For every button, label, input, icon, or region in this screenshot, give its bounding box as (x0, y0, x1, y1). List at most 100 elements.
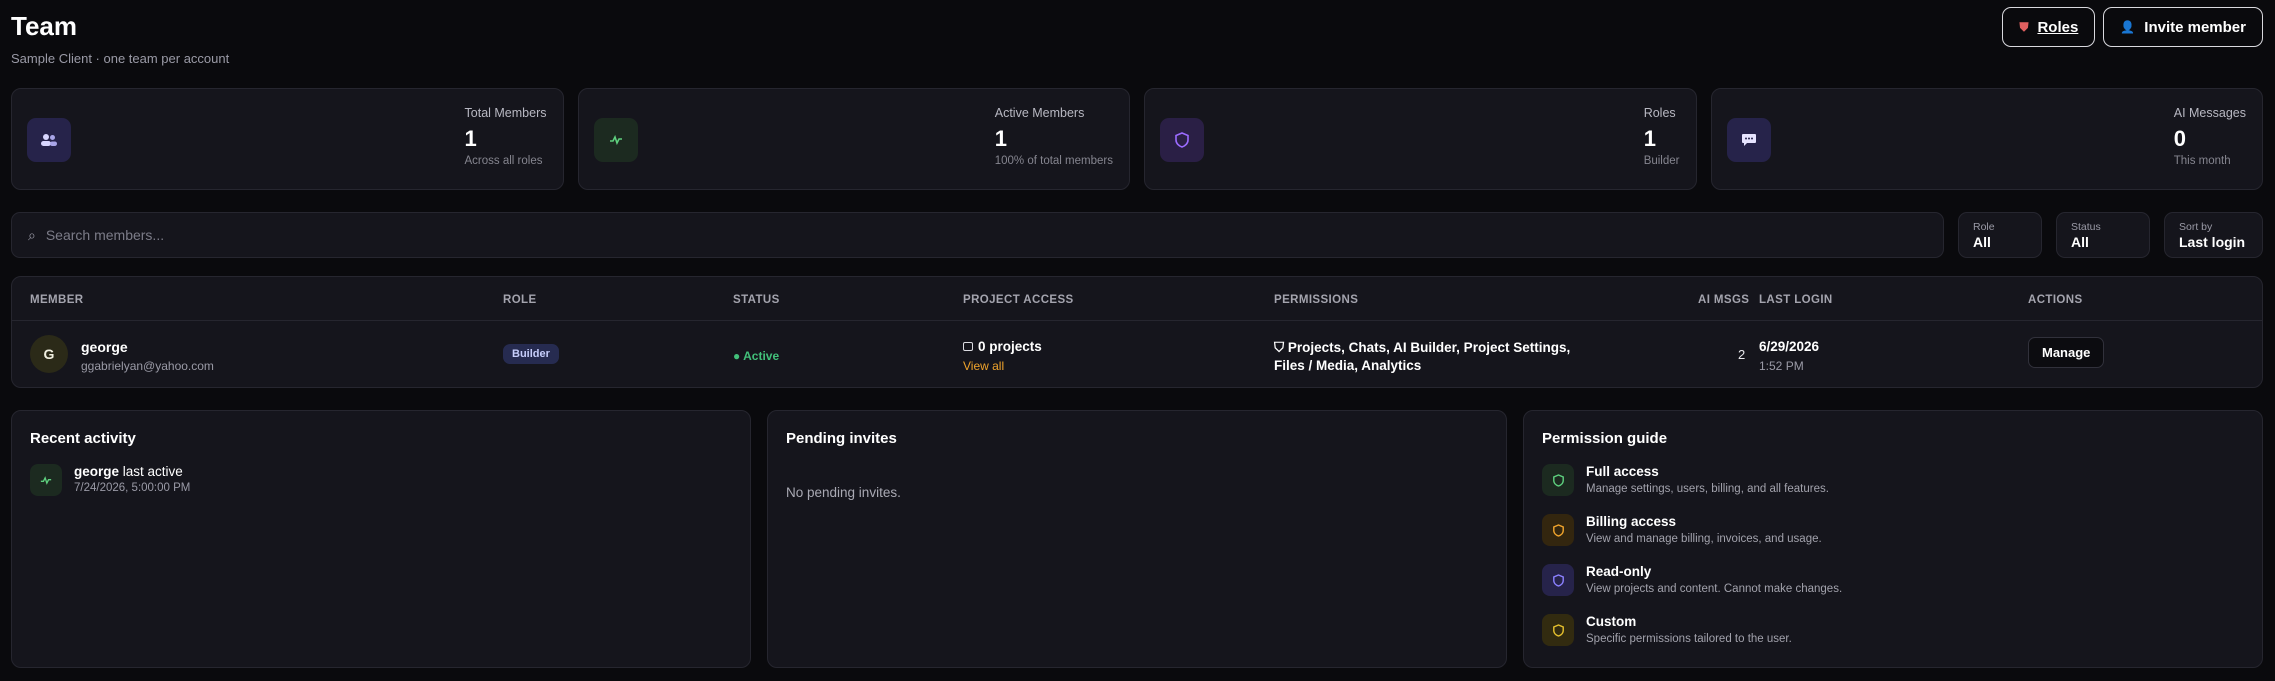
panel-title: Pending invites (786, 430, 897, 447)
guide-item-desc: View projects and content. Cannot make c… (1586, 583, 1843, 595)
member-email: ggabrielyan@yahoo.com (81, 359, 214, 373)
guide-item-read-only: Read-only View projects and content. Can… (1542, 564, 1842, 596)
empty-state-text: No pending invites. (786, 485, 901, 500)
folder-icon (963, 342, 973, 351)
activity-description: last active (122, 464, 183, 479)
shield-icon (1542, 614, 1574, 646)
column-header-status: STATUS (733, 294, 780, 306)
manage-button[interactable]: Manage (2028, 337, 2105, 368)
ai-msgs-count: 2 (1738, 347, 1746, 362)
filter-label: Status (2071, 221, 2101, 233)
shield-icon (1160, 118, 1204, 162)
stat-sub: 100% of total members (994, 155, 1113, 167)
status-filter[interactable]: Status All (2056, 212, 2150, 258)
project-access: 0 projects (963, 339, 1042, 354)
guide-item-name: Read-only (1586, 564, 1652, 579)
stat-card-active-members: Active Members 1 100% of total members (577, 88, 1130, 190)
column-header-permissions: PERMISSIONS (1274, 294, 1359, 306)
filter-label: Sort by (2179, 221, 2213, 233)
column-header-member: MEMBER (30, 294, 84, 306)
stat-value: 1 (994, 126, 1007, 151)
activity-date: 7/24/2026, 5:00:00 PM (74, 482, 191, 494)
search-filter-row: ⌕ Role All Status All Sort by Last login (11, 212, 2263, 258)
shield-icon (1542, 564, 1574, 596)
filter-label: Role (1973, 221, 1995, 233)
stat-sub: Builder (1643, 155, 1680, 167)
users-icon (27, 118, 71, 162)
search-icon: ⌕ (28, 226, 36, 243)
stat-card-total-members: Total Members 1 Across all roles (11, 88, 564, 190)
stat-card-ai-messages: AI Messages 0 This month (1710, 88, 2263, 190)
activity-user: george (74, 464, 120, 479)
activity-icon (593, 118, 638, 162)
stat-label: Total Members (464, 106, 547, 120)
shield-icon: ⛉ (1274, 340, 1288, 355)
sort-filter[interactable]: Sort by Last login (2164, 212, 2263, 258)
stat-label: Roles (1643, 106, 1676, 120)
stat-card-roles: Roles 1 Builder (1144, 88, 1697, 190)
header-actions: ⛊ Roles 👤 Invite member (2002, 7, 2263, 47)
roles-button[interactable]: ⛊ Roles (2002, 7, 2096, 47)
guide-item-name: Full access (1586, 464, 1659, 479)
stat-sub: Across all roles (464, 155, 543, 167)
guide-item-name: Custom (1586, 614, 1637, 629)
activity-text: george last active (74, 464, 190, 479)
filter-value: All (2071, 234, 2089, 250)
stat-value: 1 (464, 126, 477, 151)
search-input[interactable] (45, 227, 1943, 243)
guide-item-desc: Specific permissions tailored to the use… (1586, 633, 1792, 645)
panel-title: Permission guide (1542, 430, 1668, 447)
project-count: 0 projects (978, 339, 1042, 354)
role-badge: Builder (503, 344, 559, 364)
team-page: Team Sample Client · one team per accoun… (11, 0, 2263, 668)
stat-label: AI Messages (2173, 106, 2246, 120)
header-divider (12, 320, 2262, 321)
guide-item-desc: View and manage billing, invoices, and u… (1586, 533, 1822, 545)
last-login-time: 1:52 PM (1759, 359, 1804, 373)
shield-icon: ⛊ (2019, 19, 2029, 34)
column-header-role: ROLE (503, 294, 537, 306)
permissions-text: Projects, Chats, AI Builder, Project Set… (1274, 340, 1571, 373)
guide-item-billing-access: Billing access View and manage billing, … (1542, 514, 1822, 546)
guide-item-full-access: Full access Manage settings, users, bill… (1542, 464, 1829, 496)
permissions-list: ⛉ Projects, Chats, AI Builder, Project S… (1274, 339, 1574, 375)
user-plus-icon: 👤 (2120, 20, 2136, 34)
search-box: ⌕ (11, 212, 1944, 258)
invite-member-button[interactable]: 👤 Invite member (2103, 7, 2263, 47)
role-filter[interactable]: Role All (1958, 212, 2042, 258)
column-header-ai-msgs: AI MSGS (1698, 294, 1750, 306)
page-header: Team Sample Client · one team per accoun… (11, 0, 2263, 88)
stat-label: Active Members (994, 106, 1085, 120)
members-table: MEMBER ROLE STATUS PROJECT ACCESS PERMIS… (11, 276, 2263, 388)
page-subtitle: Sample Client · one team per account (11, 51, 230, 66)
filter-value: All (1973, 234, 1991, 250)
last-login-date: 6/29/2026 (1759, 339, 1820, 354)
guide-item-name: Billing access (1586, 514, 1677, 529)
member-name: george (81, 339, 128, 355)
recent-activity-panel: Recent activity george last active 7/24/… (11, 410, 751, 668)
pending-invites-panel: Pending invites No pending invites. (767, 410, 1507, 668)
guide-item-custom: Custom Specific permissions tailored to … (1542, 614, 1792, 646)
activity-item: george last active 7/24/2026, 5:00:00 PM (30, 464, 190, 496)
permission-guide-panel: Permission guide Full access Manage sett… (1523, 410, 2263, 668)
bottom-panels: Recent activity george last active 7/24/… (11, 410, 2263, 668)
invite-button-label: Invite member (2144, 18, 2246, 36)
status-badge: ● Active (733, 349, 780, 363)
view-all-projects-link[interactable]: View all (963, 359, 1004, 373)
stat-value: 0 (2173, 126, 2186, 151)
panel-title: Recent activity (30, 430, 136, 447)
activity-icon (30, 464, 62, 496)
stats-row: Total Members 1 Across all roles Active … (11, 88, 2263, 190)
shield-icon (1542, 464, 1574, 496)
column-header-project-access: PROJECT ACCESS (963, 294, 1074, 306)
column-header-last-login: LAST LOGIN (1759, 294, 1833, 306)
roles-button-label: Roles (2037, 18, 2079, 36)
shield-icon (1542, 514, 1574, 546)
guide-item-desc: Manage settings, users, billing, and all… (1586, 483, 1829, 495)
avatar: G (30, 335, 68, 373)
page-title: Team (11, 11, 77, 41)
stat-value: 1 (1643, 126, 1656, 151)
stat-sub: This month (2173, 155, 2231, 167)
column-header-actions: ACTIONS (2028, 294, 2083, 306)
filter-value: Last login (2179, 234, 2246, 250)
